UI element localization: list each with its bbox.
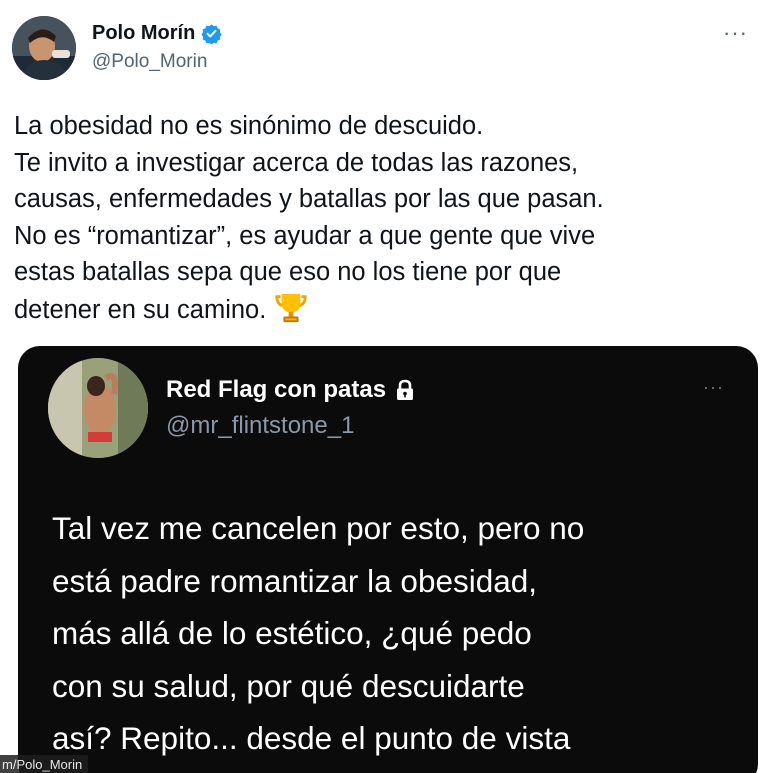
tweet-text-line: causas, enfermedades y batallas por las … [14,185,604,213]
author-display-name[interactable]: Polo Morín [92,22,195,45]
source-watermark: m/Polo_Morin [0,755,89,773]
author-avatar[interactable] [12,16,76,80]
author-name-row: Polo Morín [92,22,222,45]
author-handle[interactable]: @Polo_Morin [92,51,207,73]
tweet-text-line: estas batallas sepa que eso no los tiene… [14,258,562,286]
quoted-text-line: con su salud, por qué descuidarte [52,667,525,704]
quoted-text-line: está padre romantizar la obesidad, [52,562,538,599]
tweet-text-line: No es “romantizar”, es ayudar a que gent… [14,221,596,250]
quoted-text-line: Tal vez me cancelen por esto, pero no [52,510,585,546]
tweet-text-line: Te invito a investigar acerca de todas l… [14,148,579,177]
more-horizontal-icon[interactable]: ··· [723,22,748,44]
quoted-author-handle[interactable]: @mr_flintstone_1 [166,412,354,440]
quoted-text-line: así? Repito... desde el punto de vista [52,720,571,756]
lock-icon [395,379,415,401]
quoted-tweet-text: Tal vez me cancelen por esto, pero no es… [52,502,752,765]
trophy-icon [274,291,308,325]
quoted-author-display-name[interactable]: Red Flag con patas [166,376,386,404]
quoted-author-name-row: Red Flag con patas [166,376,415,404]
quoted-author-avatar-image [48,358,148,458]
quoted-author-avatar[interactable] [48,358,148,458]
tweet-text-line-content: detener en su camino. [14,295,267,324]
tweet-text-line-last: detener en su camino. [14,291,758,329]
quoted-text-line: más allá de lo estético, ¿qué pedo [52,615,532,651]
tweet-screenshot: Polo Morín @Polo_Morin ··· La obesidad n… [0,0,768,773]
tweet-text-line: La obesidad no es sinónimo de descuido. [14,112,484,140]
tweet-header: Polo Morín @Polo_Morin ··· [12,14,756,86]
quoted-tweet-card[interactable]: Red Flag con patas @mr_flintstone_1 ··· … [18,346,758,773]
verified-badge-icon [201,23,222,44]
tweet-text: La obesidad no es sinónimo de descuido. … [14,108,758,328]
author-avatar-image [12,16,76,80]
quoted-more-horizontal-icon[interactable]: ··· [703,378,724,396]
